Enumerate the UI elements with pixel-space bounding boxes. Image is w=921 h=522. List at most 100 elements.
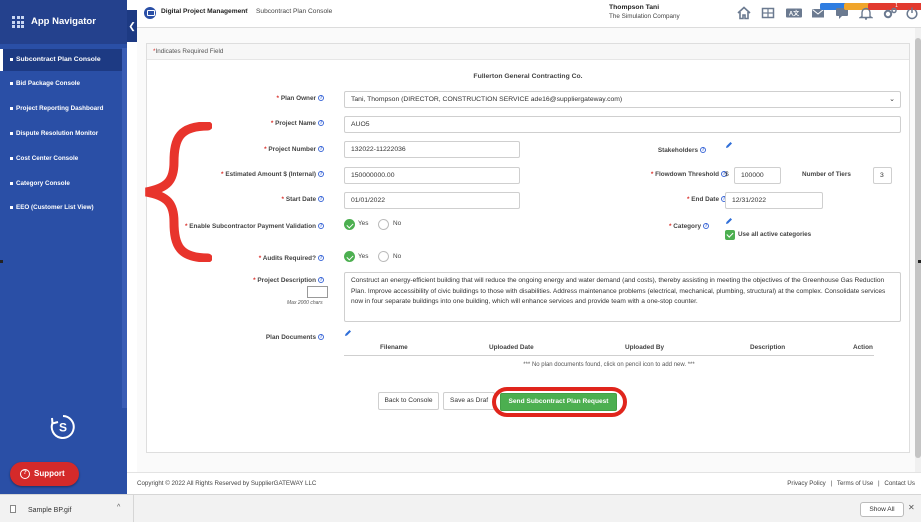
end-date-label: * End Date	[687, 196, 727, 203]
window-edge-marker	[0, 260, 3, 263]
copyright-text: Copyright © 2022 All Rights Reserved by …	[137, 480, 317, 487]
footer-links: Privacy Policy | Terms of Use | Contact …	[784, 480, 915, 487]
audits-required-label: * Audits Required?	[259, 255, 324, 262]
footer-separator: |	[878, 480, 880, 487]
project-name-label: * Project Name	[271, 120, 324, 127]
use-all-categories-checkbox[interactable]	[725, 230, 735, 240]
gear-icon[interactable]	[882, 6, 898, 20]
audits-yes-radio[interactable]	[344, 251, 355, 262]
label-text: End Date	[691, 196, 719, 203]
save-as-draft-button[interactable]: Save as Draf	[443, 392, 495, 410]
close-icon[interactable]: ✕	[908, 503, 915, 512]
support-button[interactable]: ? Support	[10, 462, 79, 486]
sidebar-item-label: Dispute Resolution Monitor	[16, 130, 99, 137]
language-icon[interactable]: A文	[785, 6, 803, 20]
download-item[interactable]: Sample BP.gif	[10, 505, 71, 514]
flowdown-threshold-label: * Flowdown Threshold	[651, 171, 727, 178]
sidebar-item-bid-package-console[interactable]: Bid Package Console	[0, 73, 127, 95]
user-name[interactable]: Thompson Tani	[609, 4, 659, 11]
audits-no-label: No	[393, 253, 402, 260]
estimated-amount-input[interactable]: 150000000.00	[344, 167, 520, 184]
label-text: Project Description	[257, 277, 316, 284]
audits-yes-label: Yes	[358, 253, 369, 260]
contact-us-link[interactable]: Contact Us	[884, 480, 915, 487]
help-icon[interactable]	[318, 223, 324, 229]
end-date-input[interactable]: 12/31/2022	[725, 192, 823, 209]
sidebar-item-cost-center-console[interactable]: Cost Center Console	[0, 148, 127, 170]
send-subcontract-plan-request-button[interactable]: Send Subcontract Plan Request	[500, 393, 617, 411]
label-text: Plan Owner	[280, 95, 316, 102]
sidebar-item-label: Project Reporting Dashboard	[16, 105, 104, 112]
download-separator	[133, 495, 134, 522]
privacy-policy-link[interactable]: Privacy Policy	[787, 480, 826, 487]
terms-of-use-link[interactable]: Terms of Use	[837, 480, 873, 487]
sidebar-item-project-reporting-dashboard[interactable]: Project Reporting Dashboard	[0, 98, 127, 120]
help-icon[interactable]	[318, 277, 324, 283]
category-label: * Category	[669, 223, 709, 230]
plan-documents-pencil-icon[interactable]	[344, 329, 352, 337]
plan-owner-value: Tani, Thompson (DIRECTOR, CONSTRUCTION S…	[351, 96, 623, 103]
bullet-icon	[10, 107, 13, 110]
project-name-input[interactable]: AUO5	[344, 116, 901, 133]
collapse-sidebar-button[interactable]: ❮	[127, 10, 137, 42]
app-navigator-title: App Navigator	[31, 16, 96, 27]
label-text: Plan Documents	[265, 334, 316, 341]
project-description-textarea[interactable]: Construct an energy-efficient building t…	[344, 272, 901, 322]
audits-no-radio[interactable]	[378, 251, 389, 262]
home-icon[interactable]	[737, 6, 751, 20]
user-company: The Simulation Company	[609, 13, 680, 20]
help-icon[interactable]	[703, 223, 709, 229]
help-icon[interactable]	[318, 196, 324, 202]
sidebar-item-subcontract-plan-console[interactable]: Subcontract Plan Console	[0, 49, 127, 71]
show-all-button[interactable]: Show All	[860, 502, 904, 517]
payment-validation-yes-radio[interactable]	[344, 219, 355, 230]
help-icon[interactable]	[318, 255, 324, 261]
plan-owner-select[interactable]: Tani, Thompson (DIRECTOR, CONSTRUCTION S…	[344, 91, 901, 108]
help-icon[interactable]	[318, 120, 324, 126]
start-date-input[interactable]: 01/01/2022	[344, 192, 520, 209]
sidebar-item-category-console[interactable]: Category Console	[0, 173, 127, 195]
flowdown-threshold-input[interactable]: 100000	[734, 167, 781, 184]
payment-validation-yes-label: Yes	[358, 220, 369, 227]
sidebar-item-label: Bid Package Console	[16, 80, 81, 87]
number-of-tiers-input[interactable]: 3	[873, 167, 892, 184]
main-content: *Indicates Required Field Fullerton Gene…	[137, 28, 921, 494]
file-icon	[10, 505, 16, 513]
bullet-icon	[10, 58, 13, 61]
sidebar-header[interactable]: App Navigator	[0, 0, 127, 44]
browser-download-bar: Sample BP.gif ^ Show All ✕	[0, 494, 921, 522]
app-grid-icon	[12, 16, 24, 28]
sidebar-scrollbar[interactable]	[122, 48, 127, 408]
power-icon[interactable]	[905, 6, 919, 20]
help-icon[interactable]	[318, 95, 324, 101]
chevron-up-icon[interactable]: ^	[117, 504, 120, 511]
project-number-input[interactable]: 132022-11222036	[344, 141, 520, 158]
label-text: Category	[673, 223, 701, 230]
label-text: Flowdown Threshold	[655, 171, 719, 178]
sidebar-item-eeo[interactable]: EEO (Customer List View)	[0, 197, 127, 219]
help-icon[interactable]	[318, 171, 324, 177]
required-marker: *	[650, 171, 654, 178]
back-to-console-button[interactable]: Back to Console	[378, 392, 439, 410]
stakeholders-pencil-icon[interactable]	[725, 141, 733, 149]
help-icon[interactable]	[700, 147, 706, 153]
plan-documents-label: Plan Documents	[266, 334, 324, 341]
required-marker: *	[669, 223, 672, 230]
help-icon[interactable]	[318, 334, 324, 340]
column-filename: Filename	[380, 344, 408, 351]
label-text: Project Name	[275, 120, 316, 127]
project-management-icon	[144, 7, 156, 19]
number-of-tiers-label: Number of Tiers	[802, 171, 851, 178]
category-pencil-icon[interactable]	[725, 217, 733, 225]
grid-icon[interactable]	[761, 6, 775, 20]
help-icon[interactable]	[318, 146, 324, 152]
sidebar-item-dispute-resolution-monitor[interactable]: Dispute Resolution Monitor	[0, 123, 127, 145]
breadcrumb-root[interactable]: Digital Project Management	[161, 8, 247, 15]
page-scrollbar-thumb[interactable]	[915, 38, 921, 458]
character-counter-box	[307, 286, 328, 298]
payment-validation-no-radio[interactable]	[378, 219, 389, 230]
chevron-down-icon: ⌄	[889, 96, 895, 103]
bullet-icon	[10, 132, 13, 135]
suppliergateway-logo-icon: S	[50, 415, 75, 439]
bullet-icon	[10, 157, 13, 160]
